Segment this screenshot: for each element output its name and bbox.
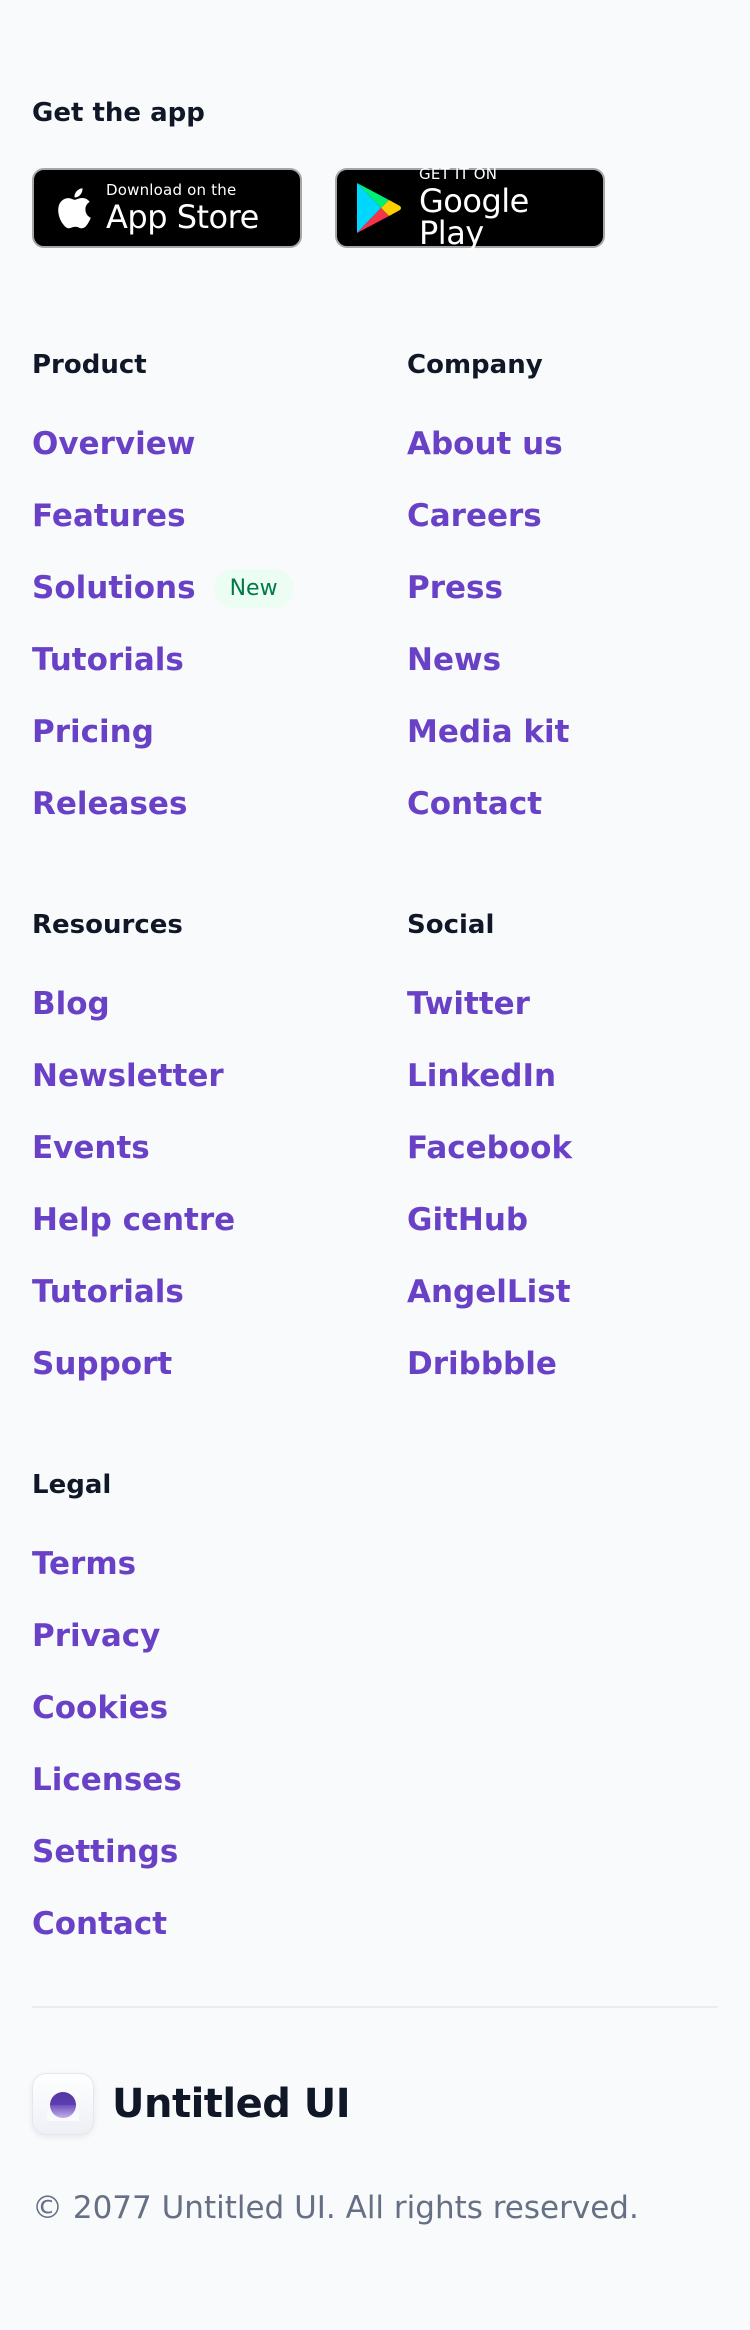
link-terms[interactable]: Terms [32,1546,136,1582]
footer-page: Get the app Download on the App Store GE… [0,0,750,2330]
link-facebook[interactable]: Facebook [407,1130,572,1166]
list-item: About us [407,408,718,480]
list-item: Careers [407,480,718,552]
resources-column: Resources Blog Newsletter Events Help ce… [32,908,407,1400]
google-play-big-text: Google Play [419,182,529,252]
list-item: News [407,624,718,696]
app-store-text: Download on the App Store [106,181,259,236]
link-blog[interactable]: Blog [32,986,110,1022]
link-list: Terms Privacy Cookies Licenses Settings … [32,1528,407,1960]
link-privacy[interactable]: Privacy [32,1618,160,1654]
link-support[interactable]: Support [32,1346,172,1382]
company-column: Company About us Careers Press News Medi… [407,348,718,840]
link-news[interactable]: News [407,642,501,678]
list-item: Blog [32,968,407,1040]
list-item: Pricing [32,696,407,768]
link-licenses[interactable]: Licenses [32,1762,182,1798]
app-badges: Download on the App Store GET IT ON Goog… [32,165,605,252]
google-play-logo-icon [355,181,403,235]
link-dribbble[interactable]: Dribbble [407,1346,557,1382]
link-contact[interactable]: Contact [407,786,542,822]
column-heading: Social [407,910,495,940]
google-play-text: GET IT ON Google Play [419,165,603,252]
new-badge: New [213,568,294,608]
link-angellist[interactable]: AngelList [407,1274,571,1310]
footer-divider [32,2006,718,2008]
list-item: LinkedIn [407,1040,718,1112]
link-media-kit[interactable]: Media kit [407,714,569,750]
link-twitter[interactable]: Twitter [407,986,530,1022]
link-events[interactable]: Events [32,1130,150,1166]
list-item: Solutions New [32,552,407,624]
link-careers[interactable]: Careers [407,498,542,534]
link-list: Blog Newsletter Events Help centre Tutor… [32,968,407,1400]
list-item: GitHub [407,1184,718,1256]
app-store-button[interactable]: Download on the App Store [32,168,302,248]
link-help-centre[interactable]: Help centre [32,1202,235,1238]
link-settings[interactable]: Settings [32,1834,178,1870]
list-item: Press [407,552,718,624]
column-heading: Company [407,350,543,380]
list-item: AngelList [407,1256,718,1328]
list-item: Contact [407,768,718,840]
link-newsletter[interactable]: Newsletter [32,1058,224,1094]
column-heading: Resources [32,910,183,940]
list-item: Support [32,1328,407,1400]
untitled-ui-logo-icon [32,2073,94,2135]
link-about-us[interactable]: About us [407,426,563,462]
social-column: Social Twitter LinkedIn Facebook GitHub … [407,908,718,1400]
link-linkedin[interactable]: LinkedIn [407,1058,556,1094]
list-item: Newsletter [32,1040,407,1112]
list-item: Dribbble [407,1328,718,1400]
list-item: Terms [32,1528,407,1600]
brand-name: Untitled UI [112,2081,351,2127]
list-item: Media kit [407,696,718,768]
list-item: Cookies [32,1672,407,1744]
copyright-text: © 2077 Untitled UI. All rights reserved. [32,2190,639,2226]
link-overview[interactable]: Overview [32,426,195,462]
list-item: Releases [32,768,407,840]
list-item: Tutorials [32,624,407,696]
list-item: Events [32,1112,407,1184]
list-item: Licenses [32,1744,407,1816]
column-heading: Product [32,350,147,380]
google-play-small-text: GET IT ON [419,165,498,183]
list-item: Facebook [407,1112,718,1184]
link-list: Twitter LinkedIn Facebook GitHub AngelLi… [407,968,718,1400]
link-github[interactable]: GitHub [407,1202,528,1238]
link-cookies[interactable]: Cookies [32,1690,168,1726]
google-play-button[interactable]: GET IT ON Google Play [335,165,605,252]
product-column: Product Overview Features Solutions New … [32,348,407,840]
link-releases[interactable]: Releases [32,786,187,822]
link-solutions[interactable]: Solutions [32,570,196,606]
link-pricing[interactable]: Pricing [32,714,154,750]
footer-link-columns: Product Overview Features Solutions New … [32,348,718,1960]
column-heading: Legal [32,1470,112,1500]
brand[interactable]: Untitled UI [32,2073,351,2135]
link-tutorials[interactable]: Tutorials [32,642,184,678]
app-store-big-text: App Store [106,198,259,236]
link-press[interactable]: Press [407,570,503,606]
list-item: Privacy [32,1600,407,1672]
list-item: Contact [32,1888,407,1960]
list-item: Overview [32,408,407,480]
list-item: Twitter [407,968,718,1040]
list-item: Help centre [32,1184,407,1256]
link-list: Overview Features Solutions New Tutorial… [32,408,407,840]
apple-logo-icon [54,185,92,231]
list-item: Settings [32,1816,407,1888]
get-app-heading: Get the app [32,98,205,128]
list-item: Tutorials [32,1256,407,1328]
link-contact[interactable]: Contact [32,1906,167,1942]
link-tutorials[interactable]: Tutorials [32,1274,184,1310]
link-list: About us Careers Press News Media kit Co… [407,408,718,840]
list-item: Features [32,480,407,552]
legal-column: Legal Terms Privacy Cookies Licenses Set… [32,1468,407,1960]
link-features[interactable]: Features [32,498,186,534]
app-store-small-text: Download on the [106,181,237,199]
